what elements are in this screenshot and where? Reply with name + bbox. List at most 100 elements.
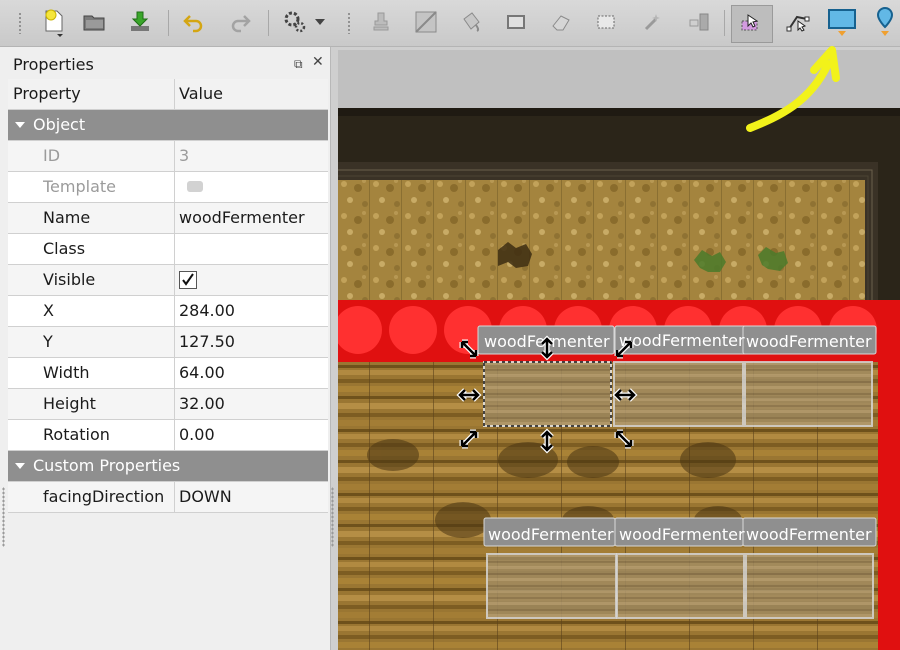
bucket-icon (463, 12, 480, 32)
same-tile-icon (689, 13, 709, 31)
save-button[interactable] (124, 6, 156, 38)
panel-title: Properties (13, 55, 94, 74)
expand-triangle-icon[interactable] (15, 122, 25, 128)
terrain-icon (415, 11, 437, 33)
insert-point-button[interactable] (872, 6, 898, 38)
property-label: ID (43, 146, 61, 165)
x-value-field[interactable]: 284.00 (179, 296, 327, 326)
new-map-button[interactable] (38, 6, 70, 38)
open-folder-icon (83, 15, 105, 31)
commands-dropdown[interactable] (310, 6, 330, 38)
annotation-arrow (746, 46, 840, 132)
float-icon[interactable]: ⧉ (294, 57, 303, 72)
class-value-field[interactable] (179, 234, 327, 264)
expand-triangle-icon[interactable] (15, 463, 25, 469)
select-same-tile-button[interactable] (683, 6, 715, 38)
undo-icon (183, 15, 203, 33)
property-row-template[interactable]: Template (8, 172, 328, 203)
rect-select-button[interactable] (590, 6, 622, 38)
properties-panel: Properties ⧉ ✕ Property Value Object ID … (0, 47, 334, 650)
map-canvas[interactable]: woodFermenter woodFermenter woodFermente… (338, 50, 900, 650)
magic-wand-button[interactable] (636, 6, 668, 38)
property-label: Width (43, 363, 90, 382)
section-label: Object (33, 115, 86, 134)
property-grid: Property Value Object ID 3 Template Name… (8, 79, 328, 513)
object-label[interactable]: woodFermenter (619, 525, 745, 544)
toolbar-separator (168, 10, 169, 36)
property-row-x[interactable]: X 284.00 (8, 296, 328, 327)
rotation-value-field[interactable]: 0.00 (179, 420, 327, 450)
property-row-class[interactable]: Class (8, 234, 328, 265)
toolbar-separator (724, 10, 725, 36)
grid-header: Property Value (8, 79, 328, 110)
eraser-icon (552, 15, 570, 31)
object-label[interactable]: woodFermenter (746, 525, 872, 544)
property-row-id[interactable]: ID 3 (8, 141, 328, 172)
property-value: 3 (179, 146, 190, 165)
property-row-y[interactable]: Y 127.50 (8, 327, 328, 358)
property-label: Class (43, 239, 86, 258)
splitter-handle[interactable] (331, 487, 334, 547)
object-label[interactable]: woodFermenter (746, 332, 872, 351)
redo-icon (231, 15, 251, 33)
property-label: Height (43, 394, 96, 413)
chevron-down-icon (315, 19, 325, 25)
insert-rectangle-button[interactable] (826, 6, 858, 38)
object-label[interactable]: woodFermenter (488, 525, 614, 544)
edit-polygons-button[interactable] (782, 6, 814, 38)
property-label: facingDirection (43, 487, 165, 506)
property-label: Visible (43, 270, 96, 289)
bucket-fill-button[interactable] (455, 6, 487, 38)
gears-icon (284, 11, 306, 33)
y-value-field[interactable]: 127.50 (179, 327, 327, 357)
edit-polygons-icon (786, 15, 810, 32)
object-label[interactable]: woodFermenter (619, 331, 745, 350)
property-column-header[interactable]: Property (13, 79, 143, 109)
rectangle-fill-icon (507, 15, 525, 29)
undo-button[interactable] (178, 6, 210, 38)
open-button[interactable] (78, 6, 110, 38)
property-label: Template (43, 177, 117, 196)
checkmark-icon (182, 273, 194, 286)
property-row-rotation[interactable]: Rotation 0.00 (8, 420, 328, 451)
shape-fill-button[interactable] (500, 6, 532, 38)
toolbar-grip[interactable] (18, 12, 22, 34)
save-icon (131, 11, 149, 31)
visible-checkbox[interactable] (179, 271, 197, 289)
section-custom-properties[interactable]: Custom Properties (8, 451, 328, 482)
property-row-visible[interactable]: Visible (8, 265, 328, 296)
main-toolbar (0, 0, 900, 47)
terrain-brush-button[interactable] (410, 6, 442, 38)
commands-button[interactable] (279, 6, 311, 38)
template-icon (187, 181, 203, 192)
rect-select-icon (597, 15, 615, 29)
toolbar-separator (268, 10, 269, 36)
redo-button[interactable] (224, 6, 256, 38)
property-row-width[interactable]: Width 64.00 (8, 358, 328, 389)
section-label: Custom Properties (33, 456, 181, 475)
insert-point-icon (876, 6, 894, 36)
select-objects-button[interactable] (731, 5, 773, 43)
height-value-field[interactable]: 32.00 (179, 389, 327, 419)
stamp-icon (373, 12, 389, 31)
select-objects-icon (741, 14, 759, 31)
splitter-handle[interactable] (2, 487, 5, 547)
property-row-facing-direction[interactable]: facingDirection DOWN (8, 482, 328, 513)
stamp-brush-button[interactable] (365, 6, 397, 38)
close-icon[interactable]: ✕ (312, 54, 324, 70)
toolbar-grip[interactable] (347, 12, 351, 34)
property-row-name[interactable]: Name woodFermenter (8, 203, 328, 234)
width-value-field[interactable]: 64.00 (179, 358, 327, 388)
eraser-button[interactable] (545, 6, 577, 38)
property-label: Name (43, 208, 91, 227)
facing-direction-value-field[interactable]: DOWN (179, 482, 327, 512)
property-label: Y (43, 332, 53, 351)
map-view[interactable]: woodFermenter woodFermenter woodFermente… (338, 50, 900, 650)
property-row-height[interactable]: Height 32.00 (8, 389, 328, 420)
property-label: Rotation (43, 425, 110, 444)
new-file-icon (45, 9, 63, 37)
section-object[interactable]: Object (8, 110, 328, 141)
value-column-header[interactable]: Value (179, 79, 327, 109)
name-value-field[interactable]: woodFermenter (179, 203, 327, 233)
magic-wand-icon (644, 14, 660, 31)
